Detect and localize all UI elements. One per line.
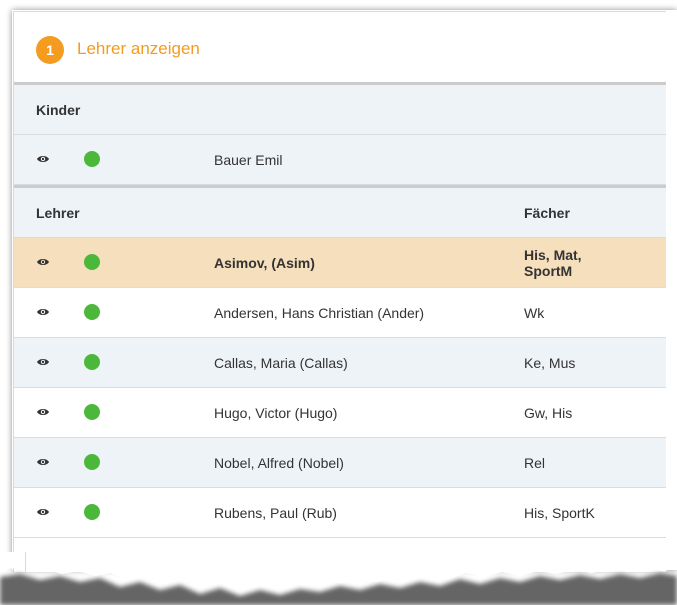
- teacher-row[interactable]: Nobel, Alfred (Nobel) Rel: [14, 438, 666, 488]
- status-dot-icon: [84, 504, 100, 520]
- teacher-name: Hugo, Victor (Hugo): [214, 405, 338, 421]
- status-dot-icon: [84, 354, 100, 370]
- teachers-section-header: Lehrer Fächer: [14, 188, 666, 238]
- panel-title[interactable]: Lehrer anzeigen: [77, 39, 200, 59]
- eye-icon[interactable]: [36, 154, 50, 164]
- teachers-heading: Lehrer: [36, 205, 80, 221]
- teachers-panel: 1 Lehrer anzeigen Kinder Bauer Emil Lehr…: [13, 11, 666, 572]
- teacher-row[interactable]: Hugo, Victor (Hugo) Gw, His: [14, 388, 666, 438]
- status-dot-icon: [84, 254, 100, 270]
- eye-icon[interactable]: [36, 457, 50, 467]
- teacher-subjects: His, Mat, SportM: [524, 247, 582, 279]
- status-dot-icon: [84, 454, 100, 470]
- teacher-name: Asimov, (Asim): [214, 255, 315, 271]
- teacher-row[interactable]: Asimov, (Asim) His, Mat, SportM: [14, 238, 666, 288]
- eye-icon[interactable]: [36, 407, 50, 417]
- panel-header: 1 Lehrer anzeigen: [14, 12, 666, 85]
- teacher-row[interactable]: Andersen, Hans Christian (Ander) Wk: [14, 288, 666, 338]
- eye-icon[interactable]: [36, 357, 50, 367]
- torn-edge: [0, 552, 677, 605]
- child-name: Bauer Emil: [214, 152, 283, 168]
- children-section-header: Kinder: [14, 85, 666, 135]
- teacher-subjects: Wk: [524, 305, 545, 321]
- status-dot-icon: [84, 304, 100, 320]
- teacher-name: Rubens, Paul (Rub): [214, 505, 337, 521]
- teacher-row[interactable]: Callas, Maria (Callas) Ke, Mus: [14, 338, 666, 388]
- teacher-subjects: Ke, Mus: [524, 355, 576, 371]
- eye-icon[interactable]: [36, 507, 50, 517]
- teacher-row[interactable]: Rubens, Paul (Rub) His, SportK: [14, 488, 666, 538]
- teacher-name: Callas, Maria (Callas): [214, 355, 348, 371]
- subjects-heading: Fächer: [524, 205, 570, 221]
- teacher-subjects: His, SportK: [524, 505, 595, 521]
- eye-icon[interactable]: [36, 307, 50, 317]
- status-dot-icon: [84, 404, 100, 420]
- eye-icon[interactable]: [36, 257, 50, 267]
- teacher-subjects: Gw, His: [524, 405, 573, 421]
- teacher-name: Andersen, Hans Christian (Ander): [214, 305, 425, 321]
- children-heading: Kinder: [36, 102, 81, 118]
- status-dot-icon: [84, 151, 100, 167]
- teacher-subjects: Rel: [524, 455, 546, 471]
- step-badge: 1: [36, 36, 64, 64]
- child-row[interactable]: Bauer Emil: [14, 135, 666, 185]
- screenshot-stage: 1 Lehrer anzeigen Kinder Bauer Emil Lehr…: [0, 0, 677, 605]
- teacher-name: Nobel, Alfred (Nobel): [214, 455, 344, 471]
